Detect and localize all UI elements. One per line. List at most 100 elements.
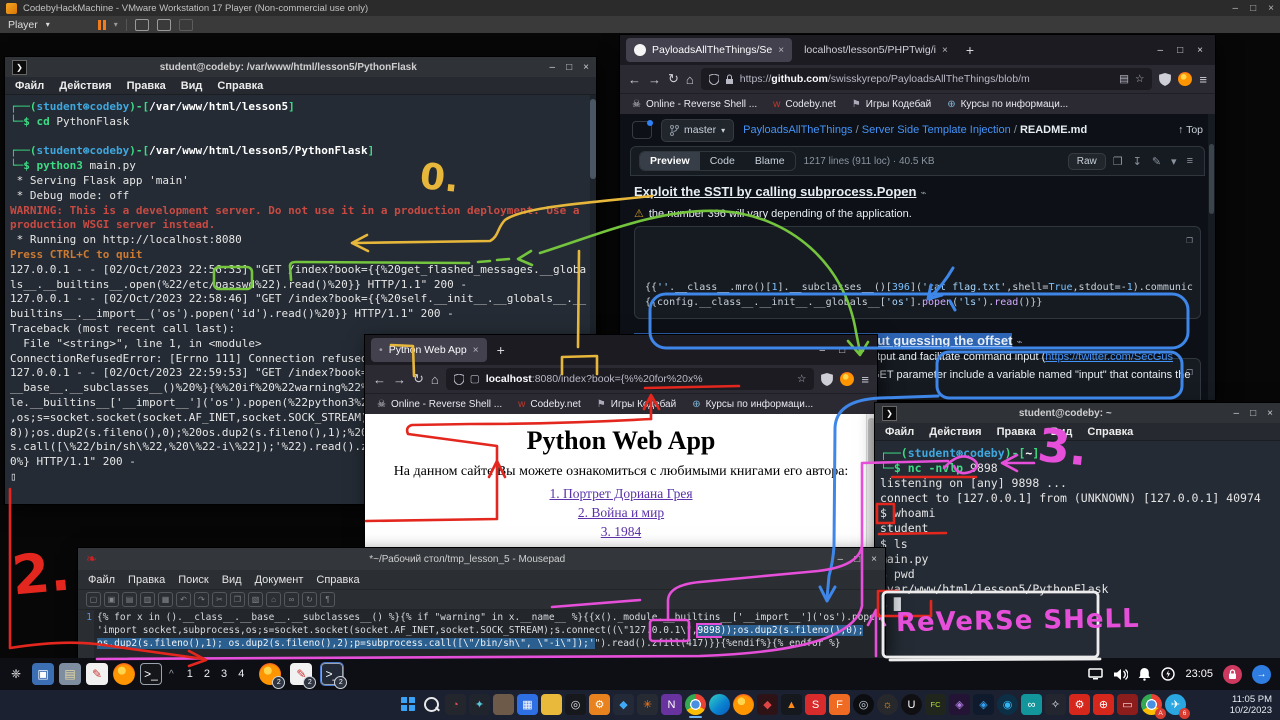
- send-ctrl-alt-del-icon[interactable]: [135, 19, 149, 31]
- download-icon[interactable]: ↧: [1130, 155, 1145, 168]
- menu-item[interactable]: Документ: [255, 574, 304, 586]
- toolbar-icon[interactable]: ▥: [140, 592, 155, 607]
- toolbar-icon[interactable]: ↶: [176, 592, 191, 607]
- close-tab-icon[interactable]: ×: [778, 45, 784, 56]
- anchor-link-icon[interactable]: ⌁: [920, 188, 926, 199]
- edit-pencil-icon[interactable]: ✎: [1149, 155, 1164, 168]
- toolbar-icon[interactable]: ▧: [248, 592, 263, 607]
- back-to-top-link[interactable]: ↑ Top: [1178, 124, 1203, 136]
- app-icon[interactable]: ✦: [469, 694, 490, 715]
- tab-localhost-phptwig[interactable]: localhost/lesson5/PHPTwig/i ×: [796, 38, 956, 62]
- section-heading-subprocess-popen[interactable]: Exploit the SSTI by calling subprocess.P…: [634, 184, 916, 199]
- app-icon[interactable]: >_2: [321, 663, 343, 685]
- menu-item[interactable]: Правка: [127, 80, 166, 92]
- toolbar-icon[interactable]: ↷: [194, 592, 209, 607]
- toolbar-icon[interactable]: ✂: [212, 592, 227, 607]
- edit-caret-icon[interactable]: ▾: [1168, 155, 1180, 168]
- bookmark-item[interactable]: ⚑Игры Кодебай: [597, 399, 676, 410]
- mousepad-window[interactable]: ❧ *~/Рабочий стол/tmp_lesson_5 - Mousepa…: [78, 548, 885, 658]
- app-icon[interactable]: ◈: [949, 694, 970, 715]
- minimize-icon[interactable]: –: [550, 62, 556, 73]
- bookmark-star-icon[interactable]: ☆: [797, 373, 806, 385]
- app-icon[interactable]: ◉: [997, 694, 1018, 715]
- menu-item[interactable]: Вид: [222, 574, 242, 586]
- toolbar-icon[interactable]: ▦: [158, 592, 173, 607]
- minimize-icon[interactable]: –: [1233, 3, 1239, 14]
- app-icon[interactable]: ▦: [517, 694, 538, 715]
- volume-icon[interactable]: [1113, 668, 1128, 681]
- chrome-icon[interactable]: [685, 694, 706, 715]
- raw-button[interactable]: Raw: [1068, 153, 1106, 170]
- menu-item[interactable]: Файл: [885, 426, 914, 438]
- search-icon[interactable]: [424, 697, 439, 712]
- toolbar-icon[interactable]: ❐: [230, 592, 245, 607]
- maximize-icon[interactable]: □: [1250, 408, 1256, 419]
- maximize-icon[interactable]: □: [839, 345, 845, 356]
- terminal-titlebar[interactable]: ❯ student@codeby: ~ – □ ×: [875, 403, 1280, 423]
- app-icon[interactable]: [493, 694, 514, 715]
- firefox-icon[interactable]: [113, 663, 135, 685]
- maximize-icon[interactable]: □: [566, 62, 572, 73]
- toolbar-icon[interactable]: ∞: [284, 592, 299, 607]
- minimize-icon[interactable]: –: [1234, 408, 1240, 419]
- bookmark-item[interactable]: ⚑Игры Кодебай: [852, 99, 931, 110]
- app-icon[interactable]: ◔: [445, 694, 466, 715]
- toolbar-icon[interactable]: ↻: [302, 592, 317, 607]
- panel-caret-icon[interactable]: ^: [167, 669, 176, 680]
- display-icon[interactable]: [1088, 668, 1103, 680]
- new-tab-button[interactable]: +: [491, 342, 511, 358]
- close-icon[interactable]: ×: [1197, 45, 1203, 56]
- file-tree-toggle-icon[interactable]: [632, 121, 652, 139]
- reload-icon[interactable]: ↻: [413, 371, 424, 387]
- twitter-link[interactable]: https://twitter.com/SecGus: [1045, 351, 1173, 363]
- app-icon[interactable]: ▣: [32, 663, 54, 685]
- mousepad-editor[interactable]: 1 {% for x in ().__class__.__base__.__su…: [78, 610, 885, 658]
- menu-item[interactable]: Файл: [88, 574, 115, 586]
- app-icon[interactable]: ⚙: [1069, 694, 1090, 715]
- app-icon[interactable]: ▲: [781, 694, 802, 715]
- toolbar-icon[interactable]: ⌂: [266, 592, 281, 607]
- outline-icon[interactable]: ≡: [1184, 155, 1196, 167]
- pause-button[interactable]: [98, 20, 106, 30]
- app-icon[interactable]: F: [829, 694, 850, 715]
- url-bar[interactable]: https://github.com/swisskyrepo/PayloadsA…: [701, 68, 1153, 90]
- minimize-icon[interactable]: –: [838, 554, 844, 565]
- bookmark-star-icon[interactable]: ☆: [1135, 73, 1144, 85]
- app-icon[interactable]: ∞: [1021, 694, 1042, 715]
- copy-code-icon[interactable]: ❐: [1186, 232, 1193, 247]
- bookmark-item[interactable]: ⊕Курсы по информаци...: [947, 99, 1068, 110]
- close-tab-icon[interactable]: ×: [473, 345, 479, 356]
- app-icon[interactable]: ✈6: [1165, 694, 1186, 715]
- app-icon[interactable]: ⊕: [1093, 694, 1114, 715]
- close-icon[interactable]: ×: [583, 62, 589, 73]
- forward-icon[interactable]: →: [648, 72, 661, 87]
- app-icon[interactable]: ▤: [59, 663, 81, 685]
- start-button[interactable]: [401, 697, 415, 711]
- branch-selector[interactable]: master ▾: [661, 119, 734, 142]
- logout-button[interactable]: →: [1252, 665, 1271, 684]
- menu-hamburger-icon[interactable]: ≡: [1199, 72, 1207, 87]
- firefox-icon[interactable]: 2: [259, 663, 281, 685]
- minimize-icon[interactable]: –: [820, 345, 826, 356]
- editor-text[interactable]: {% for x in ().__class__.__base__.__subc…: [94, 610, 885, 658]
- protections-shield-icon[interactable]: [821, 373, 833, 386]
- menu-hamburger-icon[interactable]: ≡: [861, 372, 869, 387]
- maximize-icon[interactable]: □: [1177, 45, 1183, 56]
- bookmark-item[interactable]: wCodeby.net: [518, 399, 581, 410]
- app-icon[interactable]: ◆: [613, 694, 634, 715]
- menu-item[interactable]: Вид: [1051, 426, 1073, 438]
- app-icon[interactable]: [541, 694, 562, 715]
- reload-icon[interactable]: ↻: [668, 71, 679, 87]
- firefox-account-icon[interactable]: [1178, 72, 1192, 86]
- menu-item[interactable]: Действия: [929, 426, 981, 438]
- menu-item[interactable]: Справка: [1087, 426, 1133, 438]
- bell-icon[interactable]: [1138, 667, 1151, 681]
- copy-raw-icon[interactable]: ❐: [1110, 155, 1126, 168]
- protections-shield-icon[interactable]: [1159, 73, 1171, 86]
- toolbar-icon[interactable]: ▤: [122, 592, 137, 607]
- app-icon[interactable]: S: [805, 694, 826, 715]
- close-tab-icon[interactable]: ×: [942, 45, 948, 56]
- app-icon[interactable]: ◈: [973, 694, 994, 715]
- back-icon[interactable]: ←: [373, 372, 386, 387]
- toolbar-icon[interactable]: ▢: [86, 592, 101, 607]
